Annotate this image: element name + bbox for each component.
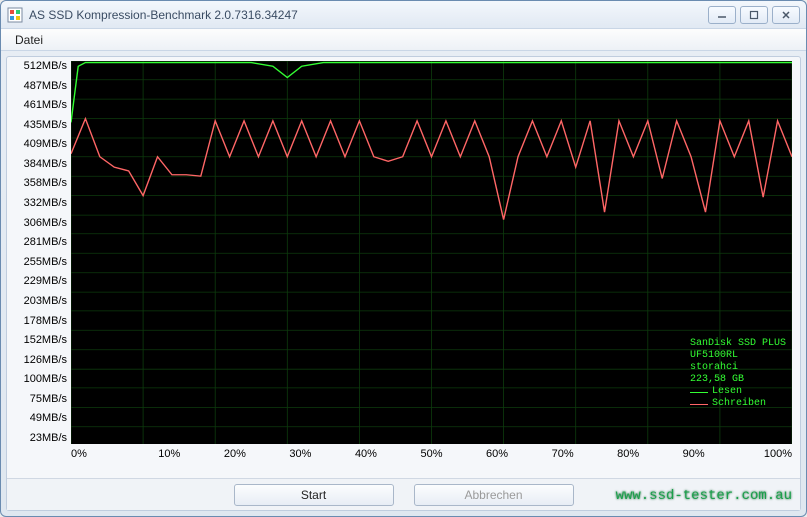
menu-bar: Datei xyxy=(1,29,806,51)
x-tick: 80% xyxy=(595,448,661,464)
y-tick: 75MB/s xyxy=(11,394,67,405)
chart-plot: SanDisk SSD PLUS UF5100RL storahci 223,5… xyxy=(71,61,792,444)
x-tick: 30% xyxy=(268,448,334,464)
y-tick: 100MB/s xyxy=(11,374,67,385)
y-tick: 49MB/s xyxy=(11,413,67,424)
y-tick: 512MB/s xyxy=(11,61,67,72)
y-tick: 281MB/s xyxy=(11,237,67,248)
x-axis: 0%10%20%30%40%50%60%70%80%90%100% xyxy=(71,448,792,464)
y-tick: 487MB/s xyxy=(11,81,67,92)
x-tick: 0% xyxy=(71,448,137,464)
start-button[interactable]: Start xyxy=(234,484,394,506)
y-tick: 229MB/s xyxy=(11,276,67,287)
app-window: AS SSD Kompression-Benchmark 2.0.7316.34… xyxy=(0,0,807,517)
minimize-icon xyxy=(717,10,727,20)
minimize-button[interactable] xyxy=(708,6,736,24)
title-bar: AS SSD Kompression-Benchmark 2.0.7316.34… xyxy=(1,1,806,29)
y-tick: 203MB/s xyxy=(11,296,67,307)
y-tick: 126MB/s xyxy=(11,355,67,366)
y-tick: 152MB/s xyxy=(11,335,67,346)
x-tick: 40% xyxy=(333,448,399,464)
maximize-button[interactable] xyxy=(740,6,768,24)
x-tick: 70% xyxy=(530,448,596,464)
app-icon xyxy=(7,7,23,23)
client-area: 512MB/s 487MB/s 461MB/s 435MB/s 409MB/s 384MB… xyxy=(6,56,801,511)
cancel-button[interactable]: Abbrechen xyxy=(414,484,574,506)
y-tick: 435MB/s xyxy=(11,120,67,131)
x-tick: 90% xyxy=(661,448,727,464)
y-tick: 358MB/s xyxy=(11,178,67,189)
window-title: AS SSD Kompression-Benchmark 2.0.7316.34… xyxy=(29,8,708,22)
y-tick: 23MB/s xyxy=(11,433,67,444)
chart-area: 512MB/s 487MB/s 461MB/s 435MB/s 409MB/s 384MB… xyxy=(11,61,796,474)
watermark: www.ssd-tester.com.au xyxy=(616,488,792,504)
y-tick: 255MB/s xyxy=(11,257,67,268)
maximize-icon xyxy=(749,10,759,20)
x-tick: 60% xyxy=(464,448,530,464)
x-tick: 10% xyxy=(137,448,203,464)
window-controls xyxy=(708,6,800,24)
y-tick: 178MB/s xyxy=(11,316,67,327)
y-tick: 332MB/s xyxy=(11,198,67,209)
menu-file[interactable]: Datei xyxy=(9,31,49,49)
x-tick: 100% xyxy=(726,448,792,464)
button-bar: Start Abbrechen www.ssd-tester.com.au xyxy=(7,478,800,510)
y-tick: 384MB/s xyxy=(11,159,67,170)
x-tick: 20% xyxy=(202,448,268,464)
close-button[interactable] xyxy=(772,6,800,24)
y-tick: 306MB/s xyxy=(11,218,67,229)
y-tick: 409MB/s xyxy=(11,139,67,150)
close-icon xyxy=(781,10,791,20)
y-tick: 461MB/s xyxy=(11,100,67,111)
x-tick: 50% xyxy=(399,448,465,464)
y-axis: 512MB/s 487MB/s 461MB/s 435MB/s 409MB/s 384MB… xyxy=(11,61,71,444)
